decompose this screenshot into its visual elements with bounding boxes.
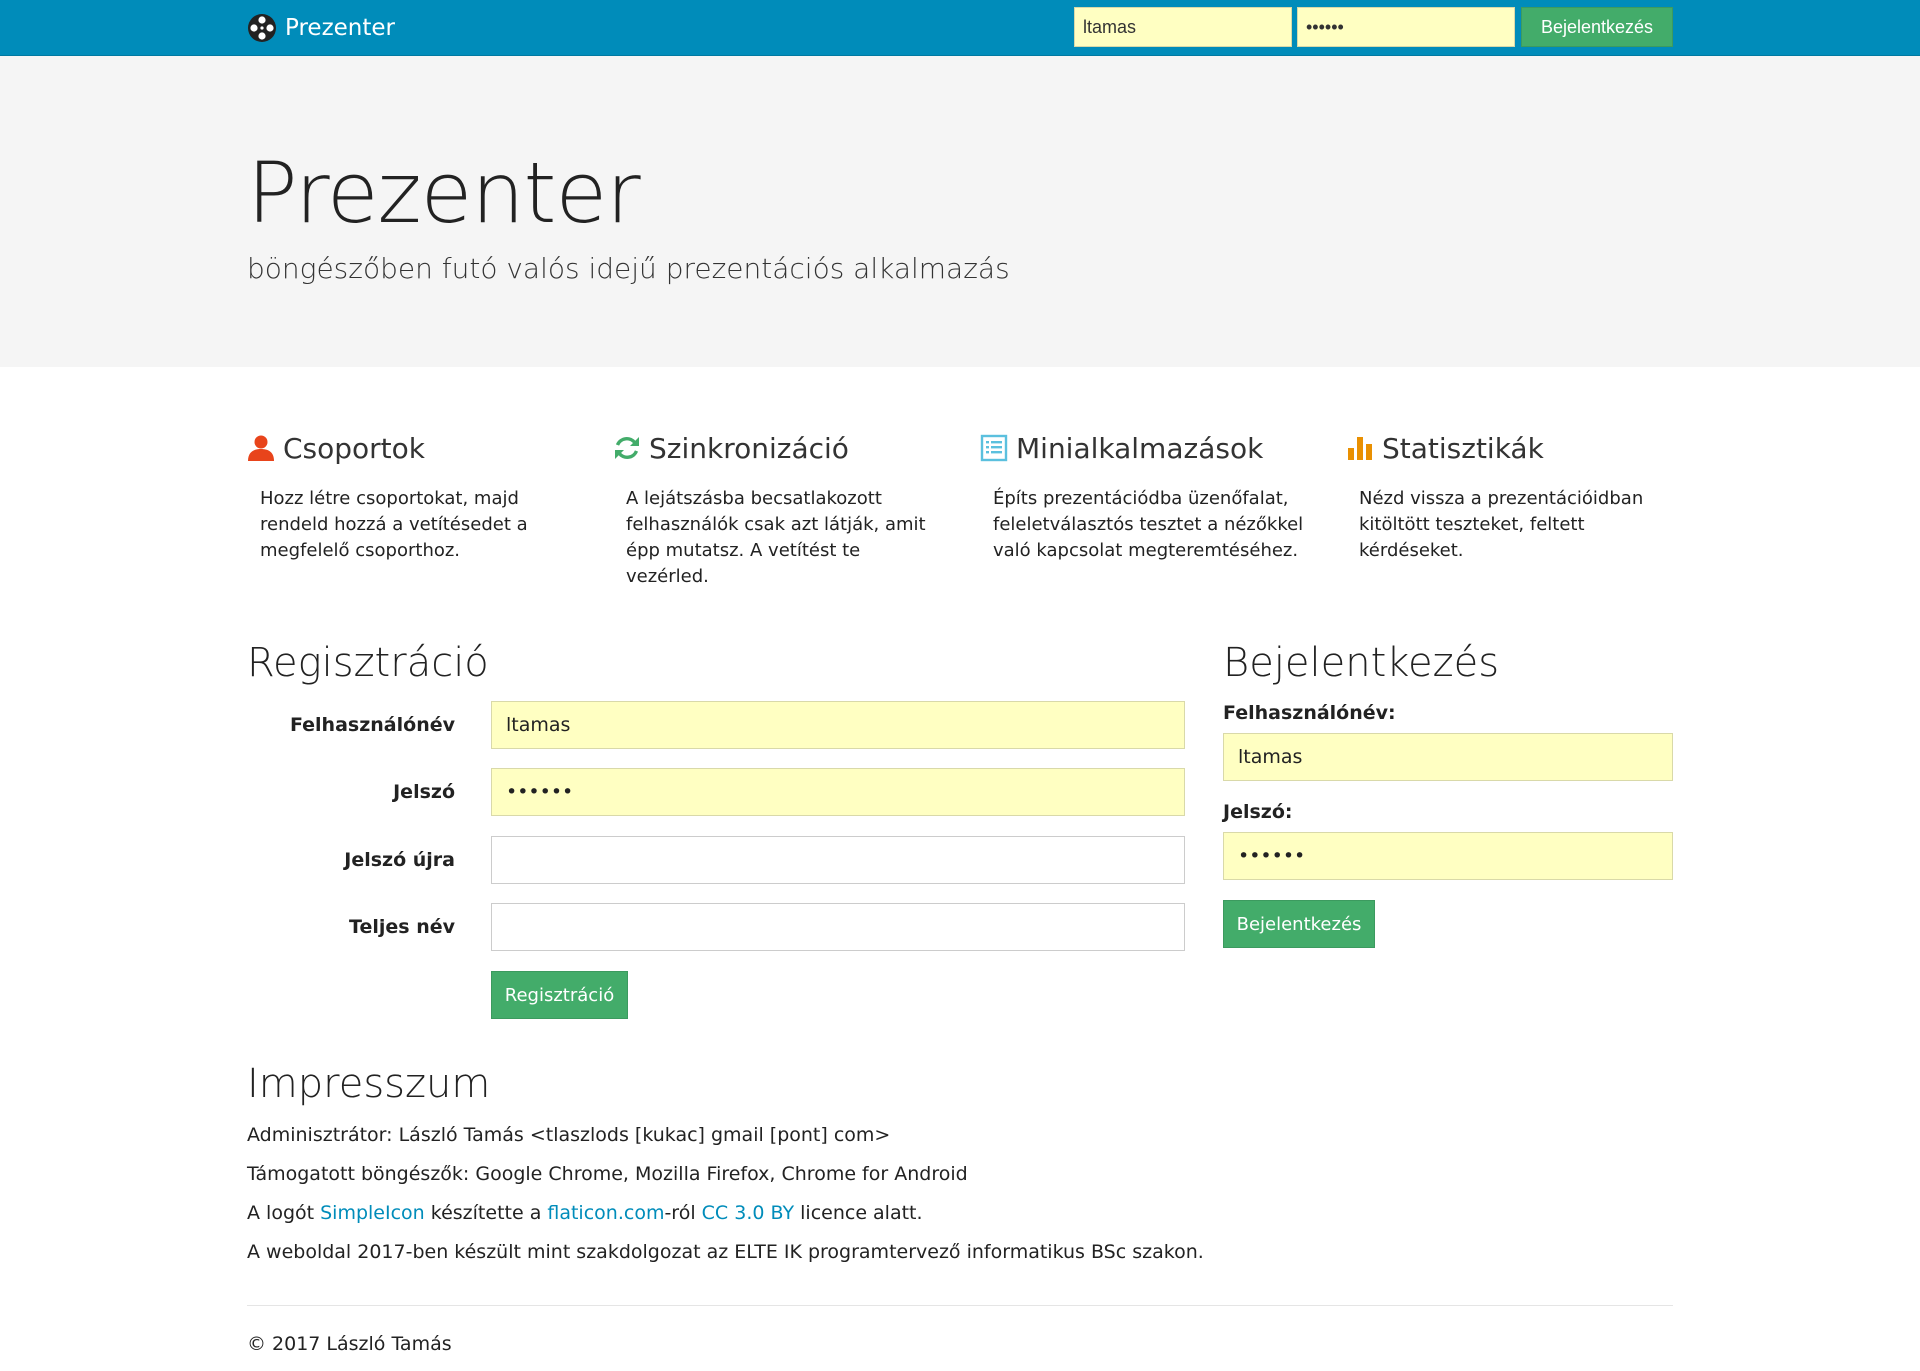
list-icon [980,434,1008,462]
login-title: Bejelentkezés [1223,640,1500,686]
login-username-input[interactable]: ltamas [1223,733,1673,781]
bar-chart-icon [1348,437,1372,460]
feature-title: Csoportok [283,431,426,465]
user-icon [248,435,274,461]
feature-title: Statisztikák [1382,431,1544,465]
flaticon-link[interactable]: flaticon.com [547,1202,664,1224]
feature-text: A lejátszásba becsatlakozott felhasználó… [626,488,926,587]
cc-license-link[interactable]: CC 3.0 BY [702,1202,794,1224]
reg-password-input[interactable]: •••••• [491,768,1185,816]
feature-title: Szinkronizáció [649,431,849,465]
feature-miniapps: Minialkalmazások Építs prezentációdba üz… [980,430,1310,564]
reg-password-label: Jelszó [393,781,455,803]
impressum-browsers: Támogatott böngészők: Google Chrome, Moz… [247,1163,968,1185]
impressum-logo-credit: A logót SimpleIcon készítette a flaticon… [247,1202,923,1224]
navbar-password-input[interactable]: •••••• [1297,7,1515,47]
login-password-input[interactable]: •••••• [1223,832,1673,880]
logo-credit-prefix: A logót [247,1202,321,1224]
brand-link[interactable]: Prezenter [247,10,395,46]
feature-stats: Statisztikák Nézd vissza a prezentációid… [1346,430,1676,564]
reg-password-again-label: Jelszó újra [344,849,455,871]
feature-text: Hozz létre csoportokat, majd rendeld hoz… [260,488,528,561]
feature-title: Minialkalmazások [1016,431,1264,465]
brand-name: Prezenter [285,15,395,41]
film-reel-icon [248,14,276,42]
navbar-username-input[interactable]: ltamas [1074,7,1292,47]
login-username-label: Felhasználónév: [1223,702,1396,724]
simpleicon-link[interactable]: SimpleIcon [320,1202,425,1224]
reg-fullname-label: Teljes név [349,916,455,938]
feature-sync: Szinkronizáció A lejátszásba becsatlakoz… [613,430,943,590]
impressum-title: Impresszum [247,1061,491,1107]
registration-title: Regisztráció [247,640,489,686]
logo-credit-suffix: licence alatt. [794,1202,923,1224]
reg-username-label: Felhasználónév [289,714,455,736]
feature-text: Építs prezentációdba üzenőfalat, felelet… [993,488,1304,561]
footer-divider [247,1305,1673,1306]
register-button[interactable]: Regisztráció [491,971,628,1019]
refresh-icon [615,437,639,459]
jumbotron: Prezenter böngészőben futó valós idejű p… [0,56,1920,367]
impressum-admin: Adminisztrátor: László Tamás <tlaszlods … [247,1124,891,1146]
navbar: Prezenter ltamas •••••• Bejelentkezés [0,0,1920,56]
login-password-label: Jelszó: [1223,801,1293,823]
reg-password-again-input[interactable] [491,836,1185,884]
reg-username-input[interactable]: ltamas [491,701,1185,749]
feature-text: Nézd vissza a prezentációidban kitöltött… [1359,488,1644,561]
logo-credit-mid1: készítette a [424,1202,548,1224]
navbar-login-button[interactable]: Bejelentkezés [1521,7,1673,47]
jumbotron-title: Prezenter [247,144,641,242]
logo-credit-mid2: -ról [664,1202,702,1224]
feature-groups: Csoportok Hozz létre csoportokat, majd r… [247,430,577,564]
login-button[interactable]: Bejelentkezés [1223,900,1375,948]
footer-copyright: © 2017 László Tamás [247,1333,452,1355]
jumbotron-subtitle: böngészőben futó valós idejű prezentáció… [247,252,1010,285]
reg-fullname-input[interactable] [491,903,1185,951]
impressum-thesis: A weboldal 2017-ben készült mint szakdol… [247,1241,1204,1263]
